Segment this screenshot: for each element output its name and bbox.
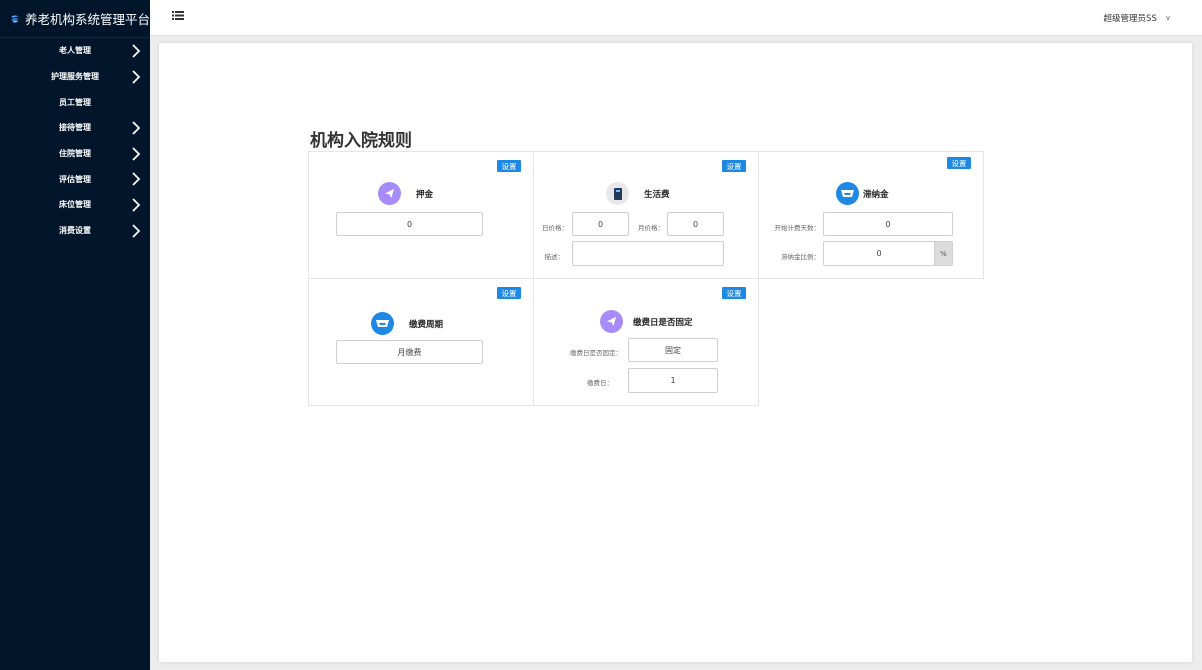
day-price-input[interactable]: 0 [572,212,629,236]
card-title: 生活费 [644,189,670,200]
card-header: 生活费 [606,182,670,205]
card-header: 缴费日是否固定 [600,310,693,333]
book-icon [606,182,629,205]
start-days-input[interactable]: 0 [823,212,953,236]
chevron-right-icon [132,44,141,58]
sidebar-item-label: 床位管理 [59,200,91,210]
day-input[interactable]: 1 [628,368,718,393]
user-menu[interactable]: 超级管理员SS v [1104,12,1170,24]
main-content: 机构入院规则 设置 押金 0 设置 生活费 日价格： 0 月价格： 0 描述： … [159,43,1192,662]
card-header: 押金 [378,182,433,205]
card-header: 滞纳金 [836,182,889,205]
chevron-right-icon [132,172,141,186]
sidebar-item-label: 消费设置 [59,226,91,236]
card-title: 缴费日是否固定 [633,317,693,328]
page-title: 机构入院规则 [310,131,412,151]
sidebar-item-label: 员工管理 [59,97,91,107]
sidebar-item-elderly[interactable]: 老人管理 [0,38,150,64]
sidebar-item-label: 老人管理 [59,46,91,56]
desc-input[interactable] [572,241,724,266]
set-button[interactable]: 设置 [947,157,971,169]
month-price-label: 月价格： [638,224,664,232]
start-days-label: 开始计费天数： [774,224,821,232]
ratio-input[interactable]: 0 % [823,241,953,266]
menu-toggle-button[interactable] [168,7,188,23]
chevron-down-icon: v [1165,14,1170,22]
card-late-fee: 设置 滞纳金 开始计费天数： 0 滞纳金比例： 0 % [758,151,984,279]
pay-cycle-select[interactable]: 月缴费 [336,340,483,364]
sidebar-item-assessment[interactable]: 评估管理 [0,166,150,192]
card-title: 滞纳金 [863,189,889,200]
month-price-input[interactable]: 0 [667,212,724,236]
chevron-right-icon [132,224,141,238]
card-deposit: 设置 押金 0 [308,151,534,279]
card-pay-day: 设置 缴费日是否固定 缴费日是否固定： 固定 缴费日： 1 [533,278,759,406]
set-button[interactable]: 设置 [722,160,746,172]
sidebar-item-label: 评估管理 [59,174,91,184]
list-icon [172,10,184,20]
user-name: 超级管理员SS [1103,14,1157,24]
sidebar-item-beds[interactable]: 床位管理 [0,192,150,218]
sidebar-item-nursing[interactable]: 护理服务管理 [0,64,150,90]
ratio-value: 0 [876,249,882,258]
sidebar-item-inpatient[interactable]: 住院管理 [0,141,150,167]
card-title: 缴费周期 [409,319,444,330]
ratio-label: 滞纳金比例： [781,253,820,261]
sidebar-item-label: 住院管理 [59,149,91,159]
day-price-label: 日价格： [542,224,568,232]
desc-label: 描述： [544,253,565,261]
chevron-right-icon [132,198,141,212]
card-living-fee: 设置 生活费 日价格： 0 月价格： 0 描述： [533,151,759,279]
send-icon [600,310,623,333]
fixed-select[interactable]: 固定 [628,338,718,362]
card-header: 缴费周期 [371,312,443,335]
percent-suffix: % [934,242,952,265]
set-button[interactable]: 设置 [722,287,746,299]
sidebar-item-label: 护理服务管理 [51,72,99,82]
inbox-icon [371,312,394,335]
fixed-label: 缴费日是否固定： [570,349,622,357]
set-button[interactable]: 设置 [497,287,521,299]
topbar: 超级管理员SS v [150,0,1202,36]
sidebar-item-reception[interactable]: 接待管理 [0,115,150,141]
deposit-input[interactable]: 0 [336,212,483,236]
card-title: 押金 [416,189,434,200]
set-button[interactable]: 设置 [497,160,521,172]
inbox-icon [836,182,859,205]
chevron-right-icon [132,69,141,84]
sidebar: 养老机构系统管理平台 老人管理 护理服务管理 员工管理 接待管理 住院管理 评估… [0,0,150,670]
chevron-right-icon [132,146,141,161]
logo-icon [11,14,19,22]
send-icon [378,182,401,205]
day-label: 缴费日： [587,379,613,387]
brand[interactable]: 养老机构系统管理平台 [0,0,150,38]
sidebar-item-label: 接待管理 [59,123,91,133]
card-pay-cycle: 设置 缴费周期 月缴费 [308,278,534,406]
sidebar-item-staff[interactable]: 员工管理 [0,89,150,115]
brand-title: 养老机构系统管理平台 [24,12,150,27]
chevron-right-icon [132,121,141,135]
sidebar-item-fees[interactable]: 消费设置 [0,218,150,244]
